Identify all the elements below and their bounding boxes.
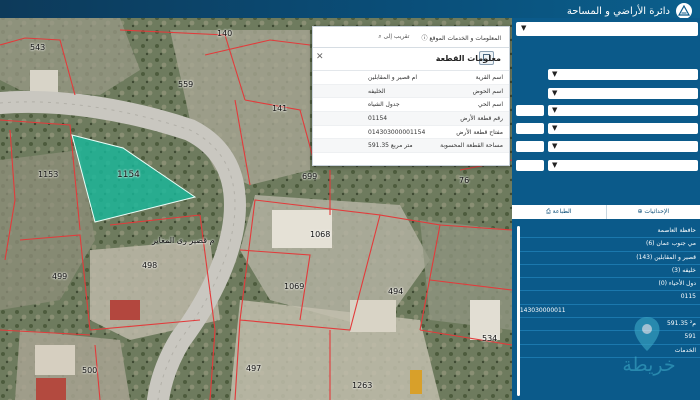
parcel-label: 494 [388,287,404,296]
parcel-info-popup: ⌕ تقريب إلى ⓘ المعلومات و الخدمات الموقع… [312,26,510,166]
list-item: حافظة العاصمة [520,225,700,239]
chevron-down-icon: ▼ [552,161,558,169]
directorate-select[interactable]: ▼ [548,88,698,99]
list-item: قصير و المقابلين (143) [520,252,700,265]
watermark: خريطة [606,316,692,396]
logo-icon [676,3,692,19]
basin-code-input[interactable] [516,123,544,134]
neighborhood-code-input[interactable] [516,141,544,152]
chevron-down-icon: ▼ [521,24,527,32]
parcel-label: 498 [142,261,158,270]
list-item: دول الأحياء (0) [520,278,700,292]
chevron-down-icon: ▼ [552,89,558,97]
list-item: 0115 [520,291,700,305]
parcel-label: 534 [482,334,498,343]
popup-title: معلومات القطعة [435,54,501,63]
list-item: مي جنوب عمان (6) [520,238,700,252]
chevron-down-icon: ▼ [552,106,558,114]
governorate-select[interactable]: ▼ [548,69,698,80]
village-select[interactable]: ▼ [548,105,698,116]
location-pin-icon [634,317,660,351]
panel-tabs: ⎙ الطباعة ⊕ الإحداثيات [512,205,700,219]
chevron-down-icon: ▼ [552,124,558,132]
parcel-label: 559 [178,80,194,89]
neighborhood-select[interactable]: ▼ [548,141,698,152]
street-name-label: م قصير رى المغاير [152,236,215,245]
parcel-label: 1069 [284,282,305,291]
info-row: اسم الحي جدول الشياه [313,98,509,113]
info-label: مساحة القطعة المحسوبة [440,142,503,150]
info-value: جدول الشياه [368,101,400,109]
parcel-code-input[interactable] [516,160,544,171]
parcel-label: 1068 [310,230,331,239]
info-row: مفتاح قطعة الأرض 014303000001154 [313,126,509,140]
chevron-down-icon: ▼ [552,70,558,78]
info-value: الخليفه [368,87,386,95]
parcel-label: 1263 [352,381,373,390]
popup-title-row: ✕ معلومات القطعة [313,48,509,71]
info-value: 014303000001154 [368,128,426,136]
info-value: ام قصير و المقابلين [368,74,418,81]
info-row: اسم الحوض الخليفه [313,84,509,99]
tab-coordinates[interactable]: ⊕ الإحداثيات [605,205,700,219]
parcel-label: 500 [82,366,98,375]
selected-parcel-label: 1154 [117,170,140,180]
list-item: خليفه (3) [520,265,700,279]
watermark-text: خريطة [622,354,676,376]
chevron-down-icon: ▼ [552,142,558,150]
close-icon[interactable]: ✕ [316,52,324,62]
tab-print[interactable]: ⎙ الطباعة [512,205,606,219]
parcel-label: 1153 [38,170,59,179]
info-row: اسم القرية ام قصير و المقابلين [313,71,509,85]
parcel-label: 497 [246,364,262,373]
brand-title: دائرة الأراضي و المساحة [566,5,670,17]
tab-location-info[interactable]: ⓘ المعلومات و الخدمات الموقع [421,33,501,42]
info-row: رقم قطعة الأرض 01154 [313,112,509,126]
parcel-label: 141 [272,104,288,113]
info-label: اسم الحوض [472,87,503,95]
tab-approach[interactable]: ⌕ تقريب إلى [378,33,409,41]
info-label: اسم القرية [475,74,503,81]
parcel-select[interactable]: ▼ [548,160,698,171]
village-code-input[interactable] [516,105,544,116]
app-header: دائرة الأراضي و المساحة [0,0,700,19]
parcel-info-table: اسم القرية ام قصير و المقابلين اسم الحوض ا… [313,71,509,154]
parcel-label: 543 [30,43,46,52]
parcel-label: 140 [217,29,233,38]
info-label: مفتاح قطعة الأرض [456,128,503,136]
popup-tabs: ⌕ تقريب إلى ⓘ المعلومات و الخدمات الموقع [313,27,509,48]
info-row: مساحة القطعة المحسوبة 591.35 متر مربع [313,139,509,154]
parcel-label: 699 [302,172,318,181]
parcel-label: 76 [459,176,470,185]
basin-select[interactable]: ▼ [548,123,698,134]
info-label: اسم الحي [478,101,503,109]
info-value: 01154 [368,115,388,123]
info-value: 591.35 متر مربع [368,142,413,150]
print-icon: ⎙ [545,208,553,215]
top-dropdown[interactable]: ▼ [516,22,698,36]
parcel-label: 499 [52,272,68,281]
info-label: رقم قطعة الأرض [460,115,503,123]
